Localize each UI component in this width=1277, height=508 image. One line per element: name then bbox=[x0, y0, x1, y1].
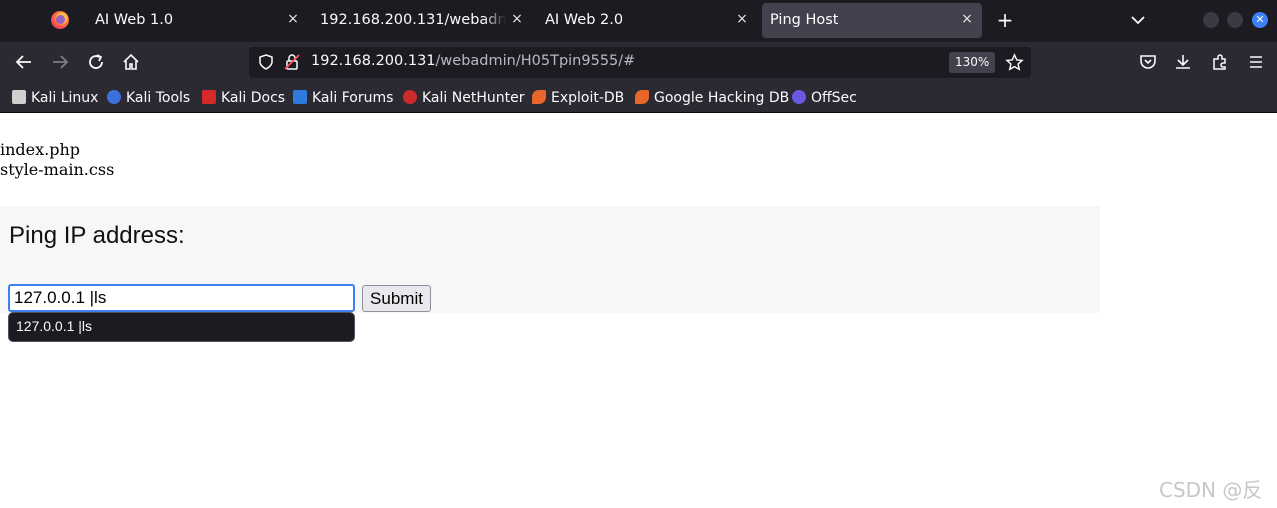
page-heading: Ping IP address: bbox=[9, 222, 185, 249]
menu-hamburger-icon[interactable] bbox=[1246, 52, 1266, 72]
forward-arrow-icon[interactable] bbox=[50, 52, 70, 72]
extensions-icon[interactable] bbox=[1210, 52, 1230, 72]
tab-label: AI Web 1.0 bbox=[95, 12, 174, 28]
bookmark-label: Kali Docs bbox=[221, 90, 286, 106]
tab-ai-web-1[interactable]: AI Web 1.0 × bbox=[87, 3, 305, 38]
minimize-button[interactable] bbox=[1203, 12, 1219, 28]
kali-docs-icon bbox=[202, 90, 216, 104]
insecure-lock-icon[interactable] bbox=[283, 53, 301, 75]
navigation-toolbar: 192.168.200.131/webadmin/H05Tpin9555/# 1… bbox=[0, 42, 1277, 83]
tab-ping-host[interactable]: Ping Host × bbox=[762, 3, 982, 38]
tab-list-chevron-icon[interactable] bbox=[1128, 10, 1148, 30]
bookmark-label: Exploit-DB bbox=[551, 90, 625, 106]
submit-button[interactable]: Submit bbox=[362, 285, 431, 312]
bookmark-kali-forums[interactable]: Kali Forums bbox=[293, 89, 393, 107]
url-text[interactable]: 192.168.200.131/webadmin/H05Tpin9555/# bbox=[311, 53, 635, 69]
kali-nethunter-icon bbox=[403, 90, 417, 104]
bookmark-label: OffSec bbox=[811, 90, 857, 106]
tab-close-icon[interactable]: × bbox=[732, 9, 752, 29]
kali-tools-icon bbox=[107, 90, 121, 104]
new-tab-button[interactable]: + bbox=[994, 9, 1016, 31]
bookmarks-bar: Kali Linux Kali Tools Kali Docs Kali For… bbox=[0, 83, 1277, 113]
bookmark-label: Kali Tools bbox=[126, 90, 191, 106]
url-path: /webadmin/H05Tpin9555/# bbox=[435, 53, 636, 69]
bookmark-kali-linux[interactable]: Kali Linux bbox=[12, 89, 98, 107]
reload-icon[interactable] bbox=[86, 52, 106, 72]
bookmark-star-icon[interactable] bbox=[1005, 53, 1024, 76]
bookmark-offsec[interactable]: OffSec bbox=[792, 89, 857, 107]
ghdb-icon bbox=[635, 90, 649, 104]
home-icon[interactable] bbox=[121, 52, 141, 72]
autocomplete-dropdown: 127.0.0.1 |ls bbox=[8, 312, 355, 342]
tab-label: AI Web 2.0 bbox=[545, 12, 624, 28]
url-host: 192.168.200.131 bbox=[311, 53, 436, 69]
autocomplete-item[interactable]: 127.0.0.1 |ls bbox=[16, 318, 92, 334]
bookmark-label: Kali Forums bbox=[312, 90, 394, 106]
file-item: style-main.css bbox=[0, 160, 115, 179]
file-item: index.php bbox=[0, 140, 81, 159]
window-close-button[interactable]: ✕ bbox=[1252, 12, 1268, 28]
bookmark-kali-tools[interactable]: Kali Tools bbox=[107, 89, 190, 107]
firefox-logo-icon bbox=[51, 11, 69, 29]
tab-label: 192.168.200.131/webadmin/r bbox=[320, 12, 506, 28]
tab-close-icon[interactable]: × bbox=[957, 9, 977, 29]
bookmark-label: Kali Linux bbox=[31, 90, 99, 106]
tab-ai-web-2[interactable]: AI Web 2.0 × bbox=[537, 3, 755, 38]
bookmark-google-hacking-db[interactable]: Google Hacking DB bbox=[635, 89, 789, 107]
bookmark-kali-docs[interactable]: Kali Docs bbox=[202, 89, 285, 107]
bookmark-exploit-db[interactable]: Exploit-DB bbox=[532, 89, 624, 107]
exploit-db-icon bbox=[532, 90, 546, 104]
file-listing: index.php style-main.css bbox=[0, 140, 114, 180]
tab-bar: AI Web 1.0 × 192.168.200.131/webadmin/r … bbox=[0, 0, 1277, 42]
tracking-shield-icon[interactable] bbox=[257, 53, 275, 75]
page-content: index.php style-main.css Ping IP address… bbox=[0, 114, 1277, 508]
ip-address-input[interactable]: 127.0.0.1 |ls bbox=[8, 284, 355, 312]
tab-close-icon[interactable]: × bbox=[507, 9, 527, 29]
watermark: CSDN @反 bbox=[1159, 478, 1263, 502]
tab-close-icon[interactable]: × bbox=[283, 9, 303, 29]
zoom-level-badge[interactable]: 130% bbox=[949, 52, 996, 73]
bookmark-kali-nethunter[interactable]: Kali NetHunter bbox=[403, 89, 524, 107]
maximize-button[interactable] bbox=[1227, 12, 1243, 28]
tab-webadmin[interactable]: 192.168.200.131/webadmin/r × bbox=[312, 3, 530, 38]
kali-dragon-icon bbox=[12, 90, 26, 104]
bookmark-label: Kali NetHunter bbox=[422, 90, 525, 106]
downloads-icon[interactable] bbox=[1173, 52, 1193, 72]
back-arrow-icon[interactable] bbox=[14, 52, 34, 72]
bookmark-label: Google Hacking DB bbox=[654, 90, 790, 106]
kali-forums-icon bbox=[293, 90, 307, 104]
pocket-icon[interactable] bbox=[1138, 52, 1158, 72]
offsec-icon bbox=[792, 90, 806, 104]
tab-label: Ping Host bbox=[770, 12, 839, 28]
url-bar[interactable]: 192.168.200.131/webadmin/H05Tpin9555/# 1… bbox=[249, 47, 1031, 78]
ping-form-panel: Ping IP address: 127.0.0.1 |ls Submit bbox=[0, 206, 1100, 313]
